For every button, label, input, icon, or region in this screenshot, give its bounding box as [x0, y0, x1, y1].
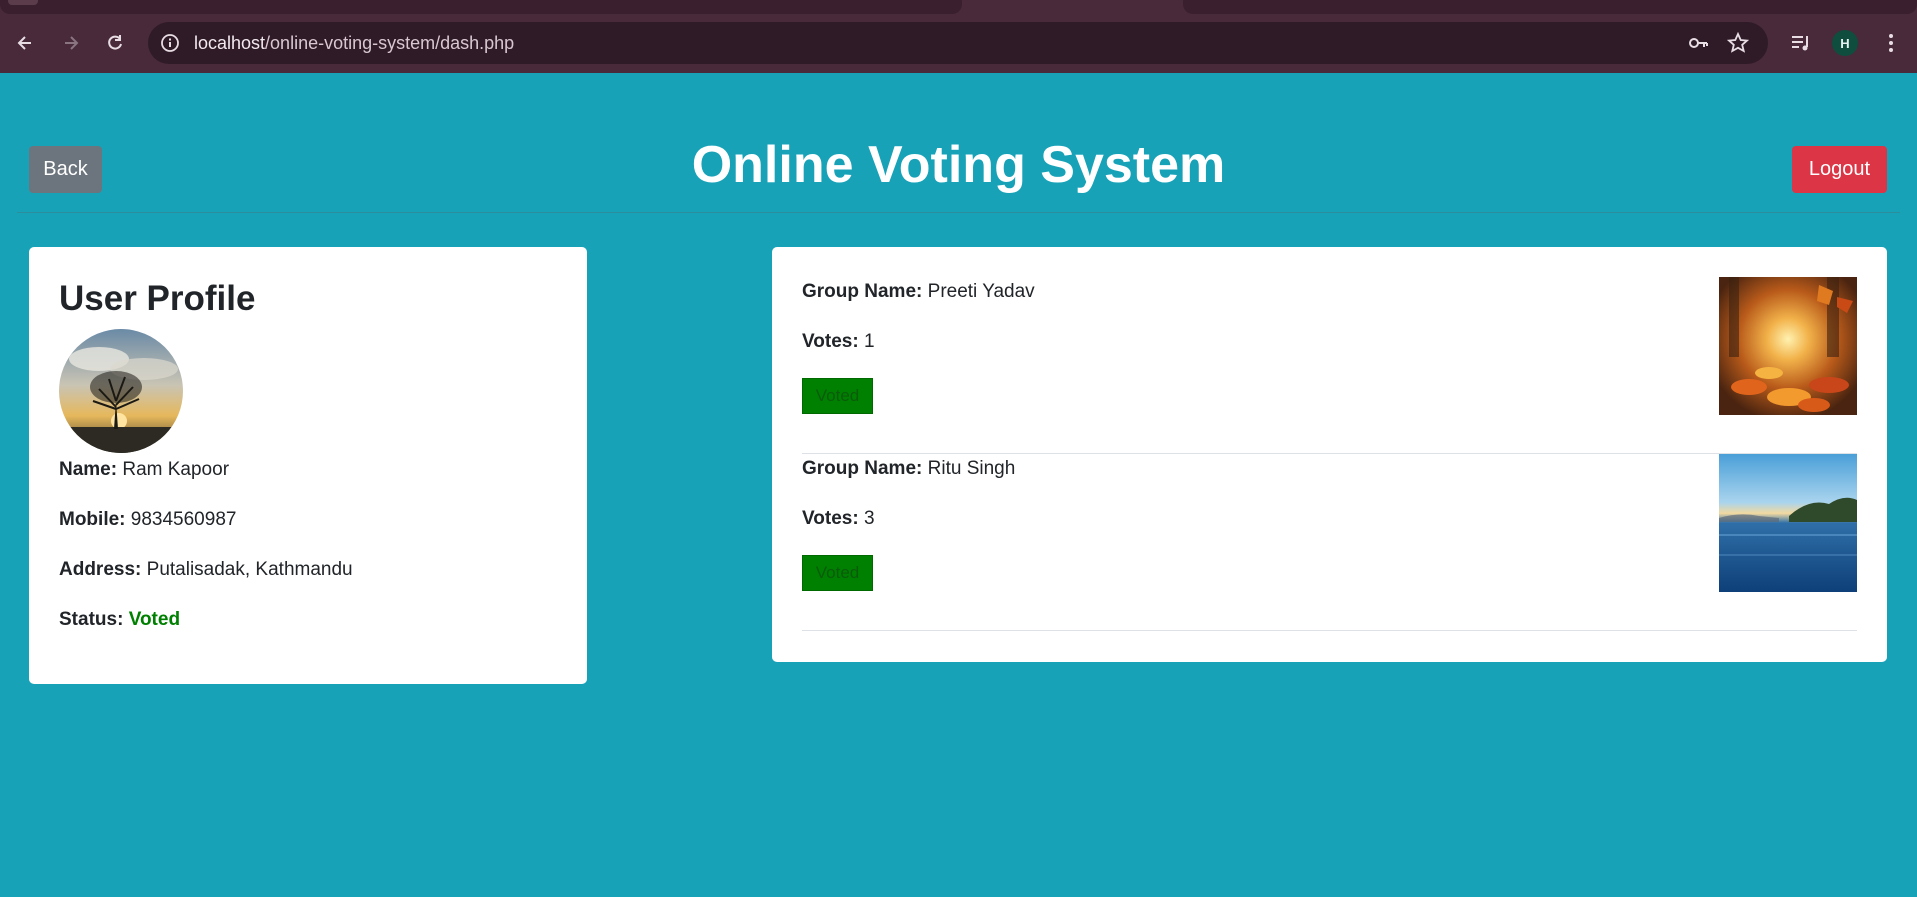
voted-button[interactable]: Voted	[802, 378, 873, 414]
browser-chrome: localhost/online-voting-system/dash.php …	[0, 0, 1917, 73]
kebab-menu-icon[interactable]	[1876, 28, 1906, 58]
profile-photo	[59, 329, 183, 453]
status-badge: Voted	[128, 609, 181, 630]
group-name-value: Ritu Singh	[927, 458, 1016, 479]
name-label: Name:	[59, 459, 118, 480]
bookmark-star-icon[interactable]	[1726, 31, 1750, 55]
group-name-label: Group Name:	[802, 281, 923, 302]
votes-value: 1	[863, 331, 875, 352]
profile-status: Status: Voted	[59, 609, 180, 631]
media-queue-icon[interactable]	[1786, 28, 1816, 58]
profile-mobile: Mobile: 9834560987	[59, 509, 236, 531]
back-arrow-icon[interactable]	[10, 28, 40, 58]
votes-label: Votes:	[802, 331, 859, 352]
group-item: Group Name: Ritu Singh Votes: 3 Voted	[802, 454, 1857, 631]
browser-tab[interactable]	[0, 0, 962, 14]
url-host: localhost	[194, 33, 266, 53]
mobile-label: Mobile:	[59, 509, 126, 530]
address-label: Address:	[59, 559, 142, 580]
profile-name: Name: Ram Kapoor	[59, 459, 229, 481]
group-name-value: Preeti Yadav	[927, 281, 1035, 302]
logout-button[interactable]: Logout	[1792, 146, 1887, 193]
votes-value: 3	[863, 508, 875, 529]
group-name-label: Group Name:	[802, 458, 923, 479]
forward-arrow-icon[interactable]	[56, 28, 86, 58]
group-name: Group Name: Ritu Singh	[802, 458, 1015, 480]
page-title: Online Voting System	[691, 136, 1226, 194]
mobile-value: 9834560987	[130, 509, 237, 530]
group-name: Group Name: Preeti Yadav	[802, 281, 1035, 303]
profile-initial: H	[1840, 35, 1850, 51]
tab-strip	[0, 0, 1917, 14]
group-photo	[1719, 454, 1857, 592]
url-text[interactable]: localhost/online-voting-system/dash.php	[194, 33, 514, 54]
group-photo	[1719, 277, 1857, 415]
voted-button[interactable]: Voted	[802, 555, 873, 591]
group-votes: Votes: 1	[802, 331, 875, 353]
profile-heading: User Profile	[59, 279, 256, 318]
browser-tab[interactable]	[1183, 0, 1917, 14]
group-votes: Votes: 3	[802, 508, 875, 530]
address-bar[interactable]: localhost/online-voting-system/dash.php	[148, 22, 1768, 64]
reload-icon[interactable]	[100, 28, 130, 58]
url-path: /online-voting-system/dash.php	[265, 33, 515, 53]
profile-address: Address: Putalisadak, Kathmandu	[59, 559, 353, 581]
group-item: Group Name: Preeti Yadav Votes: 1 Voted	[802, 277, 1857, 454]
pinned-tab[interactable]	[8, 0, 38, 5]
password-key-icon[interactable]	[1686, 31, 1710, 55]
site-info-icon[interactable]	[158, 31, 182, 55]
user-profile-card: User Profile Name: Ram Kapoor Mobile: 98…	[29, 247, 587, 684]
profile-avatar[interactable]: H	[1832, 30, 1858, 56]
name-value: Ram Kapoor	[122, 459, 230, 480]
status-label: Status:	[59, 609, 124, 630]
page-body: Back Online Voting System Logout User Pr…	[0, 73, 1917, 897]
address-value: Putalisadak, Kathmandu	[146, 559, 353, 580]
groups-card: Group Name: Preeti Yadav Votes: 1 Voted	[772, 247, 1887, 662]
header-divider	[17, 212, 1900, 213]
votes-label: Votes:	[802, 508, 859, 529]
